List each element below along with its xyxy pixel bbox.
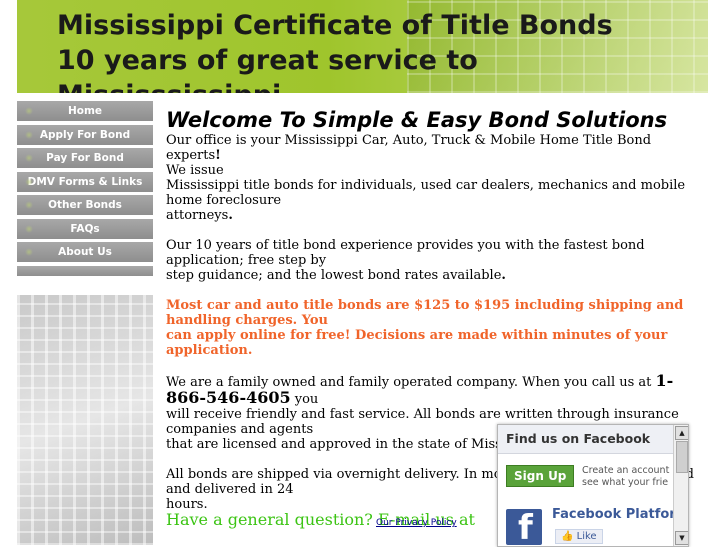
pricing-text-b: can apply online for free! Decisions are… bbox=[166, 328, 668, 358]
scroll-down-icon[interactable]: ▼ bbox=[675, 531, 688, 545]
intro-text-b: We issue bbox=[166, 163, 224, 178]
experience-paragraph: Our 10 years of title bond experience pr… bbox=[166, 238, 706, 283]
facebook-create-account-text: Create an account see what your frie bbox=[582, 465, 669, 489]
nav-item-apply-for-bond[interactable]: Apply For Bond bbox=[17, 124, 153, 145]
nav-item-other-bonds[interactable]: Other Bonds bbox=[17, 195, 153, 215]
intro-bang: ! bbox=[215, 148, 221, 163]
intro-text-a: Our office is your Mississippi Car, Auto… bbox=[166, 133, 652, 163]
facebook-like-button[interactable]: 👍 Like bbox=[555, 529, 603, 544]
experience-text-a: Our 10 years of title bond experience pr… bbox=[166, 238, 645, 268]
experience-dot: . bbox=[501, 268, 506, 283]
intro-text-c: Mississippi title bonds for individuals,… bbox=[166, 178, 686, 208]
nav-item-home[interactable]: Home bbox=[17, 101, 153, 121]
intro-dot: . bbox=[228, 208, 233, 223]
site-title: Mississippi Certificate of Title Bonds 1… bbox=[57, 8, 697, 93]
site-title-line1: Mississippi Certificate of Title Bonds bbox=[57, 10, 613, 41]
header-banner: Mississippi Certificate of Title Bonds 1… bbox=[17, 0, 708, 93]
scroll-thumb[interactable] bbox=[676, 441, 688, 473]
pricing-paragraph: Most car and auto title bonds are $125 t… bbox=[166, 298, 706, 358]
pricing-text-a: Most car and auto title bonds are $125 t… bbox=[166, 298, 684, 328]
facebook-create-line2: see what your frie bbox=[582, 477, 669, 488]
nav-item-faqs[interactable]: FAQs bbox=[17, 218, 153, 239]
facebook-signup-button[interactable]: Sign Up bbox=[506, 465, 575, 487]
sidebar-building-image bbox=[17, 295, 153, 545]
facebook-widget-scrollbar[interactable]: ▲ ▼ bbox=[673, 425, 688, 546]
nav-footer-bar bbox=[17, 265, 153, 276]
welcome-heading: Welcome To Simple & Easy Bond Solutions bbox=[166, 108, 668, 132]
facebook-logo-icon: f bbox=[506, 509, 542, 546]
facebook-widget-header: Find us on Facebook bbox=[498, 425, 688, 454]
facebook-page-name[interactable]: Facebook Platfor bbox=[552, 507, 676, 522]
family-text-b: you bbox=[290, 392, 319, 407]
nav-item-about-us[interactable]: About Us bbox=[17, 242, 153, 262]
facebook-like-label: Like bbox=[576, 531, 597, 542]
thumbs-up-icon: 👍 bbox=[561, 531, 574, 542]
intro-text-d: attorneys bbox=[166, 208, 229, 223]
nav-item-dmv-forms-links[interactable]: DMV Forms & Links bbox=[17, 171, 153, 192]
scroll-up-icon[interactable]: ▲ bbox=[675, 426, 688, 440]
privacy-policy-link[interactable]: Our Privacy Policy bbox=[376, 518, 457, 528]
family-text-d: that are licensed and approved in the st… bbox=[166, 437, 549, 452]
facebook-create-line1: Create an account bbox=[582, 465, 670, 476]
left-nav: Home Apply For Bond Pay For Bond DMV For… bbox=[17, 101, 153, 276]
site-title-line2: 10 years of great service to Mississsiss… bbox=[57, 45, 478, 93]
nav-item-pay-for-bond[interactable]: Pay For Bond bbox=[17, 148, 153, 168]
facebook-widget: Find us on Facebook Sign Up Create an ac… bbox=[497, 424, 689, 547]
intro-paragraph: Our office is your Mississippi Car, Auto… bbox=[166, 133, 706, 223]
experience-text-b: step guidance; and the lowest bond rates… bbox=[166, 268, 502, 283]
